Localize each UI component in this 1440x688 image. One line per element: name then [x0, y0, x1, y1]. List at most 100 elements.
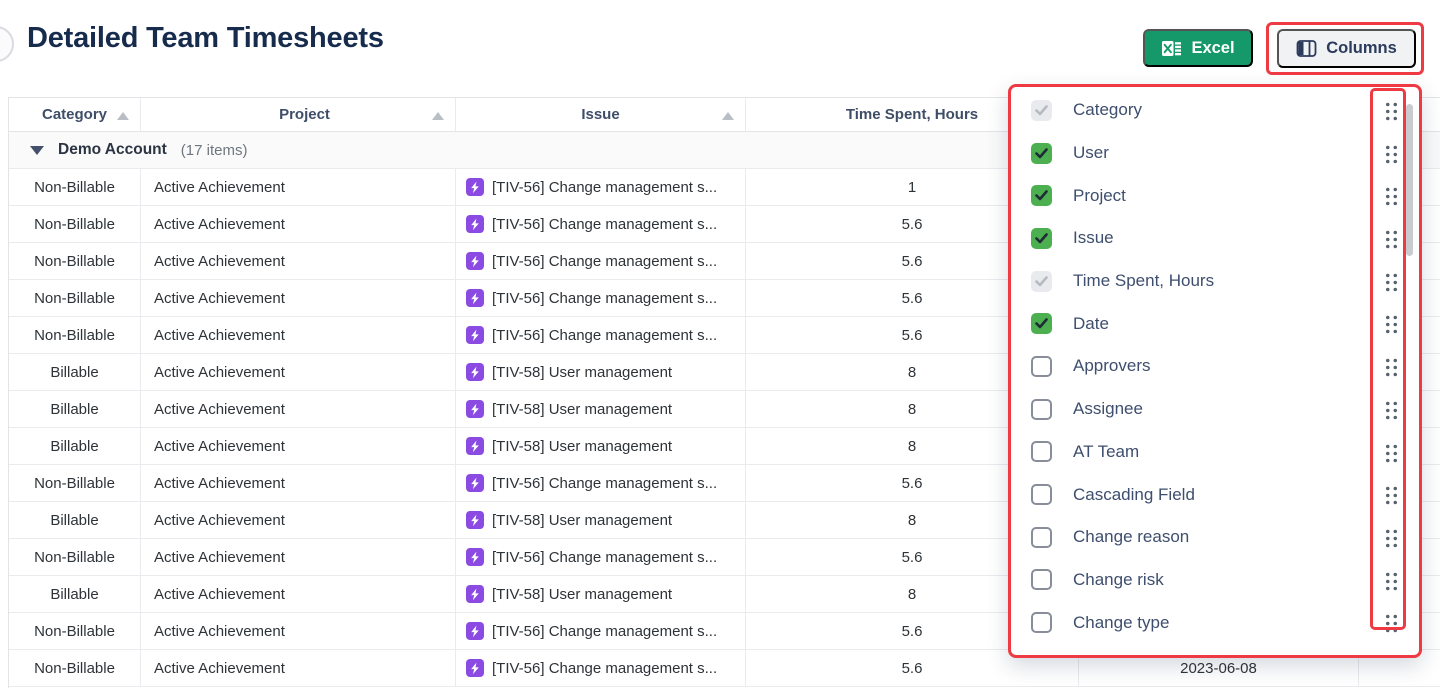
- issue-label: [TIV-58] User management: [492, 585, 673, 603]
- column-checkbox[interactable]: [1031, 227, 1052, 249]
- column-label: Issue: [1073, 228, 1114, 248]
- column-toggle-item[interactable]: Cascading Field: [1011, 473, 1419, 516]
- columns-dropdown-panel: Category User Project Issue Time Spent, …: [1008, 84, 1422, 658]
- column-checkbox[interactable]: [1031, 142, 1052, 164]
- column-checkbox[interactable]: [1031, 270, 1052, 292]
- category-cell: Non-Billable: [9, 280, 141, 316]
- sort-asc-icon[interactable]: [722, 112, 734, 120]
- category-cell: Billable: [9, 354, 141, 390]
- column-label: Change reason: [1073, 527, 1190, 547]
- category-cell: Non-Billable: [9, 243, 141, 279]
- project-cell: Active Achievement: [141, 428, 456, 464]
- category-cell: Non-Billable: [9, 650, 141, 686]
- drag-handle-icon[interactable]: [1383, 142, 1398, 164]
- page-title: Detailed Team Timesheets: [27, 22, 384, 54]
- column-checkbox[interactable]: [1031, 441, 1052, 463]
- column-label: Date: [1073, 313, 1109, 333]
- issue-label: [TIV-58] User management: [492, 437, 673, 455]
- column-toggle-item[interactable]: Change type: [1011, 601, 1419, 644]
- project-cell: Active Achievement: [141, 354, 456, 390]
- sort-asc-icon[interactable]: [117, 112, 129, 120]
- issue-cell[interactable]: [TIV-56] Change management s...: [456, 465, 746, 501]
- column-toggle-item[interactable]: Time Spent, Hours: [1011, 260, 1419, 303]
- issue-cell[interactable]: [TIV-56] Change management s...: [456, 317, 746, 353]
- column-toggle-item[interactable]: Category: [1011, 89, 1419, 132]
- panel-scrollbar[interactable]: [1406, 104, 1413, 256]
- category-cell: Billable: [9, 391, 141, 427]
- issue-label: [TIV-58] User management: [492, 511, 673, 529]
- columns-button[interactable]: Columns: [1277, 29, 1416, 68]
- project-cell: Active Achievement: [141, 391, 456, 427]
- issue-cell[interactable]: [TIV-56] Change management s...: [456, 650, 746, 686]
- drag-handle-icon[interactable]: [1383, 356, 1398, 378]
- drag-handle-icon[interactable]: [1383, 185, 1398, 207]
- group-items-count: (17 items): [180, 141, 248, 159]
- column-label: Cascading Field: [1073, 484, 1195, 504]
- excel-export-button[interactable]: Excel: [1143, 29, 1253, 67]
- column-toggle-item[interactable]: Approvers: [1011, 345, 1419, 388]
- column-checkbox[interactable]: [1031, 398, 1052, 420]
- column-toggle-item[interactable]: Assignee: [1011, 388, 1419, 431]
- column-toggle-item[interactable]: AT Team: [1011, 431, 1419, 474]
- issue-cell[interactable]: [TIV-58] User management: [456, 576, 746, 612]
- issue-cell[interactable]: [TIV-56] Change management s...: [456, 243, 746, 279]
- column-checkbox[interactable]: [1031, 612, 1052, 634]
- drag-handle-icon[interactable]: [1383, 398, 1398, 420]
- drag-handle-icon[interactable]: [1383, 441, 1398, 463]
- column-label: Project: [1073, 185, 1126, 205]
- project-cell: Active Achievement: [141, 576, 456, 612]
- drag-handle-icon[interactable]: [1383, 484, 1398, 506]
- drag-handle-icon[interactable]: [1383, 526, 1398, 548]
- issue-cell[interactable]: [TIV-58] User management: [456, 391, 746, 427]
- column-toggle-item[interactable]: Change risk: [1011, 559, 1419, 602]
- column-label: AT Team: [1073, 441, 1140, 461]
- column-label: User: [1073, 143, 1109, 163]
- issue-cell[interactable]: [TIV-56] Change management s...: [456, 206, 746, 242]
- drag-handle-icon[interactable]: [1383, 100, 1398, 121]
- issue-label: [TIV-56] Change management s...: [492, 622, 718, 640]
- column-checkbox[interactable]: [1031, 484, 1052, 506]
- category-cell: Billable: [9, 502, 141, 538]
- issue-label: [TIV-56] Change management s...: [492, 289, 718, 307]
- drag-handle-icon[interactable]: [1383, 228, 1398, 250]
- drag-handle-icon[interactable]: [1383, 270, 1398, 292]
- issue-label: [TIV-56] Change management s...: [492, 215, 718, 233]
- column-toggle-item[interactable]: User: [1011, 132, 1419, 175]
- issue-cell[interactable]: [TIV-56] Change management s...: [456, 169, 746, 205]
- issue-type-bolt-icon: [466, 178, 484, 196]
- header-category[interactable]: Category: [9, 98, 141, 131]
- column-checkbox[interactable]: [1031, 99, 1052, 121]
- excel-icon: [1161, 38, 1182, 59]
- project-cell: Active Achievement: [141, 317, 456, 353]
- issue-label: [TIV-58] User management: [492, 363, 673, 381]
- column-checkbox[interactable]: [1031, 185, 1052, 207]
- issue-cell[interactable]: [TIV-56] Change management s...: [456, 539, 746, 575]
- issue-cell[interactable]: [TIV-58] User management: [456, 502, 746, 538]
- category-cell: Billable: [9, 428, 141, 464]
- column-toggle-item[interactable]: Project: [1011, 174, 1419, 217]
- column-toggle-item[interactable]: Change reason: [1011, 516, 1419, 559]
- drag-handle-icon[interactable]: [1383, 569, 1398, 591]
- header-issue[interactable]: Issue: [456, 98, 746, 131]
- drag-handle-icon[interactable]: [1383, 612, 1398, 634]
- collapse-caret-icon[interactable]: [30, 145, 44, 155]
- project-cell: Active Achievement: [141, 539, 456, 575]
- issue-type-bolt-icon: [466, 400, 484, 418]
- column-checkbox[interactable]: [1031, 526, 1052, 548]
- issue-label: [TIV-58] User management: [492, 400, 673, 418]
- sort-asc-icon[interactable]: [432, 112, 444, 120]
- issue-cell[interactable]: [TIV-56] Change management s...: [456, 280, 746, 316]
- issue-cell[interactable]: [TIV-56] Change management s...: [456, 613, 746, 649]
- column-toggle-item[interactable]: Date: [1011, 302, 1419, 345]
- header-project[interactable]: Project: [141, 98, 456, 131]
- issue-cell[interactable]: [TIV-58] User management: [456, 428, 746, 464]
- issue-label: [TIV-56] Change management s...: [492, 659, 718, 677]
- column-checkbox[interactable]: [1031, 569, 1052, 591]
- column-checkbox[interactable]: [1031, 313, 1052, 335]
- issue-cell[interactable]: [TIV-58] User management: [456, 354, 746, 390]
- column-toggle-item[interactable]: Issue: [1011, 217, 1419, 260]
- issue-label: [TIV-56] Change management s...: [492, 548, 718, 566]
- project-cell: Active Achievement: [141, 650, 456, 686]
- drag-handle-icon[interactable]: [1383, 313, 1398, 335]
- column-checkbox[interactable]: [1031, 355, 1052, 377]
